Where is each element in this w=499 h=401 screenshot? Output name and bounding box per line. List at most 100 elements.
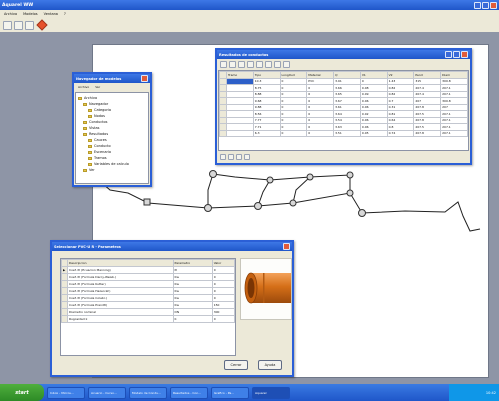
model-navigator-window[interactable]: Navegador de modelos Archivo Ver Archivo… bbox=[72, 72, 152, 187]
table-cell[interactable]: 6.3 bbox=[252, 129, 281, 137]
profile-icon[interactable] bbox=[244, 154, 250, 160]
help-button[interactable]: Ayuda bbox=[258, 360, 282, 370]
parameters-grid[interactable]: Descripcion Parametro Valor ▶ Coef. Pi (Ecua… bbox=[60, 258, 236, 356]
menu-item[interactable]: Ver bbox=[95, 85, 100, 89]
table-cell[interactable]: 0 bbox=[306, 129, 335, 137]
menu-item[interactable]: Archivo bbox=[78, 85, 89, 89]
network-node[interactable] bbox=[358, 209, 366, 217]
table-cell[interactable]: 0 bbox=[211, 294, 235, 302]
table-cell[interactable]: Coef. Pi (Formula Hazen-W.) bbox=[67, 287, 174, 295]
first-record-icon[interactable] bbox=[220, 60, 227, 68]
table-row[interactable]: Coef. Pi (Formula Kutter) Kw 0 bbox=[61, 280, 235, 288]
taskbar-button[interactable]: Resultados - Con... bbox=[170, 386, 208, 399]
close-button[interactable] bbox=[141, 75, 148, 82]
grid-view-icon[interactable] bbox=[220, 154, 226, 160]
table-row[interactable]: ▶ Coef. Pi (Ecuacion Manning) Pi 0 bbox=[61, 266, 235, 274]
network-node[interactable] bbox=[306, 173, 314, 181]
table-cell[interactable]: 0.74 bbox=[386, 129, 415, 137]
table-cell[interactable]: Kw bbox=[172, 287, 213, 295]
table-cell[interactable]: Coef. Pi (Formula Prandtl) bbox=[67, 301, 174, 309]
parameters-dialog[interactable]: Seleccionar PVC-U R - Parametros Descrip… bbox=[50, 240, 294, 377]
table-cell[interactable]: Coef. Pi (Formula Kutter) bbox=[67, 280, 174, 288]
table-row[interactable]: Coef. Pi (Formula Prandtl) Kw 150 bbox=[61, 301, 235, 309]
table-cell[interactable]: Diametro nominal bbox=[67, 308, 174, 316]
model-tree[interactable]: Archivo Navegador Categoria Nodos Conductos V… bbox=[75, 92, 149, 184]
taskbar-button[interactable]: Grafico - Pa... bbox=[211, 386, 249, 399]
table-row[interactable]: Coef. Pi (Formula Colebr.) Kw 0 bbox=[61, 294, 235, 302]
start-button[interactable]: start bbox=[0, 384, 44, 401]
network-node[interactable] bbox=[346, 189, 354, 197]
table-cell[interactable]: DN bbox=[172, 308, 213, 316]
results-grid[interactable]: Tramo Tipo Longitud Material Q V1 V2 Pend Diam 10… bbox=[218, 70, 469, 151]
table-cell[interactable]: 300 bbox=[211, 308, 235, 316]
network-node[interactable] bbox=[254, 202, 262, 210]
table-cell[interactable]: 0 bbox=[279, 129, 308, 137]
network-node[interactable] bbox=[204, 204, 212, 212]
folder-icon bbox=[88, 144, 92, 148]
navigator-title: Navegador de modelos bbox=[76, 76, 122, 81]
taskbar-button[interactable]: Acuario - Curso... bbox=[88, 386, 126, 399]
tree-item-label: Ver bbox=[89, 168, 95, 172]
table-row[interactable]: 6.3 0 0 3.51 0.05 0.74 207.8 207.1 bbox=[219, 129, 468, 137]
navigator-window-controls bbox=[141, 75, 148, 82]
tree-item[interactable]: Ver bbox=[78, 167, 146, 173]
zoom-icon[interactable] bbox=[236, 154, 242, 160]
folder-icon bbox=[83, 132, 87, 136]
table-cell[interactable]: 0 bbox=[211, 280, 235, 288]
row-header[interactable] bbox=[219, 129, 227, 137]
table-cell[interactable]: K bbox=[172, 315, 213, 323]
folder-icon bbox=[88, 114, 92, 118]
table-cell[interactable] bbox=[226, 129, 254, 137]
table-row[interactable]: Coef. Pi (Formula Darcy-Weisb.) Kw 0 bbox=[61, 273, 235, 281]
sort-icon[interactable] bbox=[265, 60, 272, 68]
table-cell[interactable]: Kw bbox=[172, 294, 213, 302]
table-cell[interactable]: 207.8 bbox=[413, 129, 442, 137]
minimize-button[interactable] bbox=[445, 51, 452, 58]
table-cell[interactable]: Coef. Pi (Formula Darcy-Weisb.) bbox=[67, 273, 174, 281]
filter-icon[interactable] bbox=[256, 60, 263, 68]
last-record-icon[interactable] bbox=[247, 60, 254, 68]
next-record-icon[interactable] bbox=[238, 60, 245, 68]
table-cell[interactable]: 0 bbox=[211, 266, 235, 274]
table-row[interactable]: Diametro nominal DN 300 bbox=[61, 308, 235, 316]
table-cell[interactable]: 0.05 bbox=[359, 129, 388, 137]
previous-record-icon[interactable] bbox=[229, 60, 236, 68]
table-cell[interactable]: Kw bbox=[172, 280, 213, 288]
table-cell[interactable]: 3.51 bbox=[333, 129, 361, 137]
close-button[interactable] bbox=[283, 243, 290, 250]
table-row[interactable]: Coef. Pi (Formula Hazen-W.) Kw 0 bbox=[61, 287, 235, 295]
network-node[interactable] bbox=[266, 176, 274, 184]
table-row[interactable]: Rugosidad kK0 bbox=[61, 315, 235, 323]
chart-view-icon[interactable] bbox=[228, 154, 234, 160]
taskbar-button[interactable]: Inbox - Micros... bbox=[47, 386, 85, 399]
folder-icon bbox=[88, 162, 92, 166]
table-cell[interactable]: Pi bbox=[172, 266, 213, 274]
table-cell[interactable]: Kw bbox=[172, 273, 213, 281]
print-icon[interactable] bbox=[274, 60, 281, 68]
table-cell[interactable]: Coef. Pi (Ecuacion Manning) bbox=[67, 266, 174, 274]
close-button[interactable] bbox=[461, 51, 468, 58]
table-cell[interactable]: 207.1 bbox=[440, 129, 468, 137]
taskbar-button[interactable]: Modelo de Conds... bbox=[129, 386, 167, 399]
export-icon[interactable] bbox=[283, 60, 290, 68]
network-node[interactable] bbox=[346, 171, 354, 179]
network-node[interactable] bbox=[209, 170, 217, 178]
taskbar-button[interactable]: Aquarel bbox=[252, 386, 290, 399]
close-dialog-button[interactable]: Cerrar bbox=[224, 360, 248, 370]
column-header[interactable]: Valor bbox=[211, 259, 235, 267]
network-node[interactable] bbox=[289, 199, 297, 207]
table-cell[interactable]: 0 bbox=[211, 287, 235, 295]
table-cell[interactable]: 0 bbox=[211, 273, 235, 281]
results-table-window[interactable]: Resultados de conductos Tramo Tipo Longitu… bbox=[215, 48, 472, 165]
table-cell[interactable]: Kw bbox=[172, 301, 213, 309]
table-cell[interactable]: 150 bbox=[211, 301, 235, 309]
maximize-button[interactable] bbox=[453, 51, 460, 58]
table-cell[interactable]: 0 bbox=[211, 315, 235, 323]
column-header[interactable]: Parametro bbox=[172, 259, 213, 267]
table-cell[interactable]: Coef. Pi (Formula Colebr.) bbox=[67, 294, 174, 302]
pipe-image bbox=[240, 258, 292, 320]
network-node[interactable] bbox=[143, 198, 151, 206]
tree-item-label: Vistas bbox=[89, 126, 100, 130]
table-cell[interactable]: Rugosidad k bbox=[67, 315, 174, 323]
column-header[interactable]: Descripcion bbox=[67, 259, 174, 267]
